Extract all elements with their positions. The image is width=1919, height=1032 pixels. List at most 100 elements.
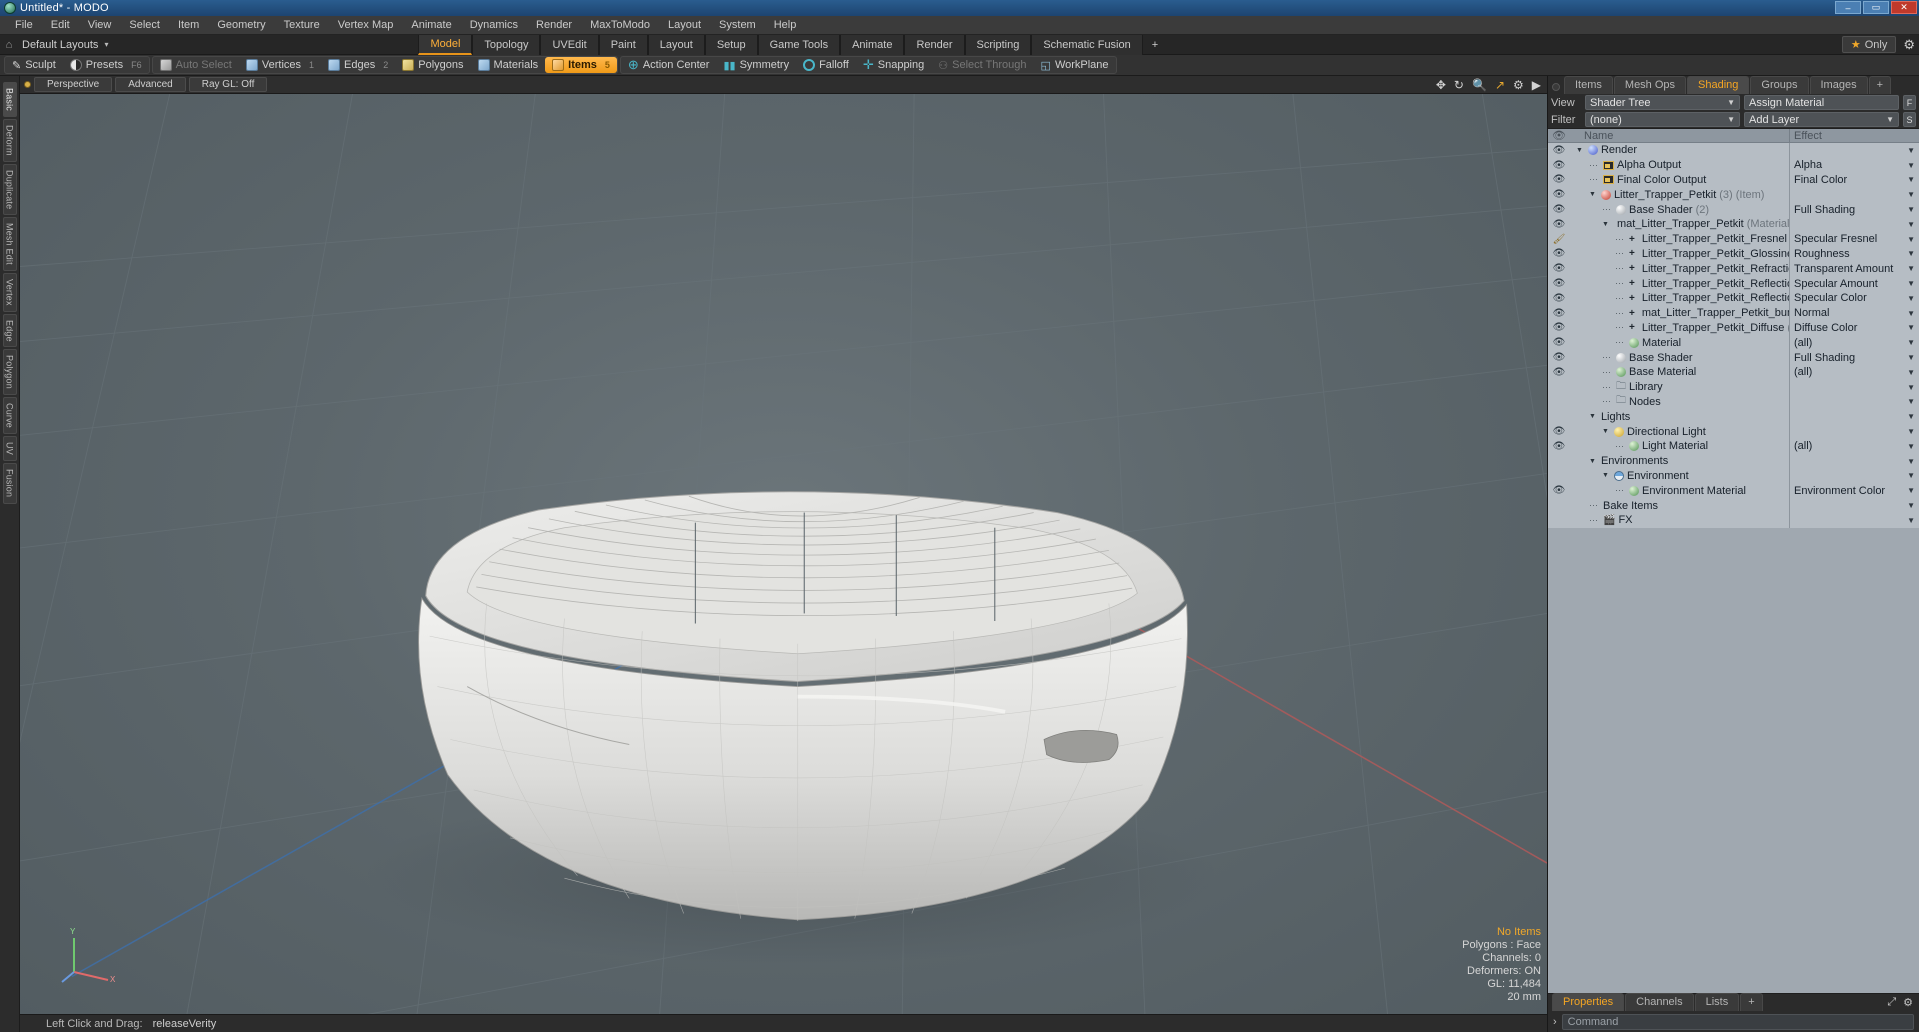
menu-animate[interactable]: Animate	[402, 17, 460, 33]
effect-dropdown[interactable]: ▼	[1789, 453, 1919, 469]
viewport-3d[interactable]: Y X No Items Polygons : Face Channels: 0…	[20, 94, 1547, 1032]
raygl-button[interactable]: Ray GL: Off	[188, 77, 268, 92]
zoom-icon[interactable]: 🔍	[1472, 79, 1487, 91]
table-row[interactable]: 👁 ▼ Directional Light ▼	[1548, 424, 1919, 439]
assign-material-button[interactable]: Assign Material	[1744, 95, 1899, 110]
table-row[interactable]: 👁⋯+Litter_Trapper_Petkit_Glossines(Ima…R…	[1548, 246, 1919, 262]
shader-tree-item[interactable]: ▼ Litter_Trapper_Petkit (3) (Item)	[1570, 189, 1789, 201]
maximize-button[interactable]: ▭	[1863, 1, 1889, 14]
menu-select[interactable]: Select	[120, 17, 169, 33]
shader-tree-item[interactable]: ⋯+Litter_Trapper_Petkit_Diffuse(Image)	[1570, 322, 1789, 334]
effect-dropdown[interactable]: Transparent Amount ▼	[1789, 261, 1919, 277]
table-row[interactable]: 👁⋯+Litter_Trapper_Petkit_Reflection(Im…S…	[1548, 290, 1919, 306]
table-row[interactable]: 👁 ⋯ Base Shader Full Shading ▼	[1548, 350, 1919, 365]
expand-plus-icon[interactable]: +	[1629, 278, 1635, 289]
shader-tree-item[interactable]: ⋯ 🎬 FX	[1570, 514, 1789, 526]
tab-topology[interactable]: Topology	[472, 34, 541, 55]
menu-texture[interactable]: Texture	[275, 17, 329, 33]
effect-dropdown[interactable]: ▼	[1789, 143, 1919, 158]
table-row[interactable]: 👁⋯+Litter_Trapper_Petkit_Diffuse(Image)D…	[1548, 320, 1919, 336]
shader-tree-item[interactable]: ⋯ Environment Material	[1570, 485, 1789, 497]
shader-tree-item[interactable]: ⋯ Base Shader (2)	[1570, 204, 1789, 216]
disclosure-triangle-icon[interactable]: ▼	[1576, 147, 1583, 154]
menu-system[interactable]: System	[710, 17, 765, 33]
sidebar-item-basic[interactable]: Basic	[2, 82, 17, 118]
table-row[interactable]: 👁⋯+mat_Litter_Trapper_Petkit_bump(Im…Nor…	[1548, 305, 1919, 321]
expand-icon[interactable]: ⤢	[1887, 996, 1896, 1009]
eye-icon[interactable]: 👁	[1548, 219, 1570, 230]
disclosure-triangle-icon[interactable]: ▼	[1602, 428, 1609, 435]
tab-schematic-fusion[interactable]: Schematic Fusion	[1031, 34, 1143, 55]
menu-item[interactable]: Item	[169, 17, 208, 33]
menu-help[interactable]: Help	[765, 17, 806, 33]
falloff-button[interactable]: Falloff	[796, 57, 856, 73]
assign-material-shortcut-button[interactable]: F	[1903, 95, 1916, 110]
effect-dropdown[interactable]: ▼	[1789, 424, 1919, 439]
disclosure-triangle-icon[interactable]: ▼	[1589, 458, 1596, 465]
menu-vertex-map[interactable]: Vertex Map	[329, 17, 403, 33]
default-layouts-label[interactable]: Default Layouts	[18, 39, 102, 51]
gear-icon[interactable]: ⚙	[1903, 37, 1915, 53]
shader-tree-item[interactable]: ⋯+Litter_Trapper_Petkit_Reflection(Im…	[1570, 278, 1789, 290]
close-button[interactable]: ✕	[1891, 1, 1917, 14]
eye-icon[interactable]: 👁	[1548, 367, 1570, 378]
disclosure-triangle-icon[interactable]: ▼	[1589, 413, 1596, 420]
table-row[interactable]: 👁 ▼ Render ▼	[1548, 143, 1919, 158]
shader-tree-item[interactable]: ⋯+mat_Litter_Trapper_Petkit_bump(Im…	[1570, 307, 1789, 319]
expand-plus-icon[interactable]: +	[1629, 322, 1635, 333]
tab-mesh-ops[interactable]: Mesh Ops	[1613, 76, 1687, 94]
eye-icon[interactable]: 👁	[1548, 352, 1570, 363]
tab-paint[interactable]: Paint	[598, 34, 648, 55]
effect-dropdown[interactable]: Diffuse Color ▼	[1789, 320, 1919, 336]
eye-icon[interactable]: 👁	[1548, 160, 1570, 171]
effect-dropdown[interactable]: Full Shading ▼	[1789, 350, 1919, 365]
effect-dropdown[interactable]: Specular Color ▼	[1789, 290, 1919, 306]
shader-tree-item[interactable]: ⋯ Base Shader	[1570, 352, 1789, 364]
table-row[interactable]: 👁⋯+Litter_Trapper_Petkit_Refraction(Im…T…	[1548, 261, 1919, 277]
eye-icon[interactable]: 👁	[1548, 441, 1570, 452]
shader-tree-item[interactable]: ▼ Lights	[1570, 411, 1789, 423]
presets-button[interactable]: Presets F6	[63, 57, 149, 73]
shader-tree-item[interactable]: ⋯ Bake Items	[1570, 500, 1789, 512]
table-row[interactable]: 👁 ⋯ Final Color Output Final Color ▼	[1548, 172, 1919, 188]
shader-tree-item[interactable]: ⋯ Alpha Output	[1570, 159, 1789, 171]
eye-icon[interactable]: 👁	[1548, 263, 1570, 274]
sidebar-item-vertex[interactable]: Vertex	[2, 272, 17, 312]
table-row[interactable]: ▼ Environment ▼	[1548, 468, 1919, 484]
table-row[interactable]: ⋯ 🗀 Nodes ▼	[1548, 394, 1919, 410]
shader-tree-item[interactable]: ⋯ Final Color Output	[1570, 174, 1789, 186]
rotate-icon[interactable]: ↻	[1454, 79, 1464, 91]
table-row[interactable]: ⋯ 🗀 Library ▼	[1548, 379, 1919, 395]
effect-dropdown[interactable]: ▼	[1789, 394, 1919, 410]
tab-images[interactable]: Images	[1809, 76, 1868, 94]
eye-icon[interactable]: 👁	[1548, 337, 1570, 348]
effect-dropdown[interactable]: Specular Fresnel ▼	[1789, 231, 1919, 247]
expand-plus-icon[interactable]: +	[1629, 234, 1635, 245]
shader-tree-item[interactable]: ⋯+Litter_Trapper_Petkit_Glossines(Ima…	[1570, 248, 1789, 260]
shader-tree-item[interactable]: ⋯ Base Material	[1570, 366, 1789, 378]
workplane-button[interactable]: ◱ WorkPlane	[1034, 57, 1116, 73]
shader-tree-item[interactable]: ⋯+Litter_Trapper_Petkit_Fresnel(Image)	[1570, 233, 1789, 245]
sidebar-item-fusion[interactable]: Fusion	[2, 463, 17, 504]
tab-lists[interactable]: Lists	[1694, 993, 1740, 1011]
expand-plus-icon[interactable]: +	[1629, 308, 1635, 319]
items-button[interactable]: Items 5	[545, 57, 617, 73]
effect-dropdown[interactable]: Roughness ▼	[1789, 246, 1919, 262]
eye-icon[interactable]: 👁	[1548, 426, 1570, 437]
move-icon[interactable]: ✥	[1436, 79, 1446, 91]
table-row[interactable]: 👁 ⋯ Alpha Output Alpha ▼	[1548, 157, 1919, 173]
sidebar-item-uv[interactable]: UV	[2, 436, 17, 462]
table-row[interactable]: ⋯ 🎬 FX ▼	[1548, 512, 1919, 528]
disclosure-triangle-icon[interactable]: ▼	[1602, 472, 1609, 479]
menu-file[interactable]: File	[6, 17, 42, 33]
menu-geometry[interactable]: Geometry	[208, 17, 274, 33]
action-center-button[interactable]: ⊕ Action Center	[621, 57, 717, 73]
tab-game-tools[interactable]: Game Tools	[757, 34, 841, 55]
only-toggle-button[interactable]: ★ Only	[1841, 36, 1897, 53]
eye-icon[interactable]: 👁	[1548, 278, 1570, 289]
tab-scripting[interactable]: Scripting	[964, 34, 1032, 55]
effect-dropdown[interactable]: ▼	[1789, 498, 1919, 513]
brush-icon[interactable]: 🖌	[1548, 234, 1570, 245]
home-icon[interactable]: ⌂	[0, 39, 18, 51]
shader-tree-item[interactable]: ▼ Environments	[1570, 455, 1789, 467]
